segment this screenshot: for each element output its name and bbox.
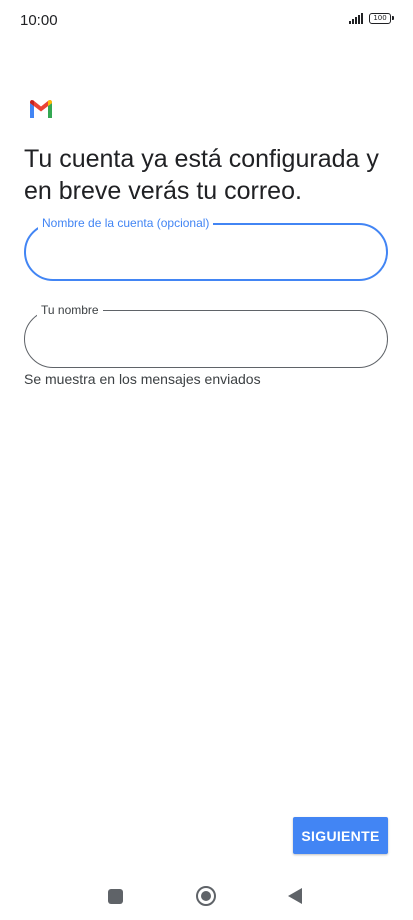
account-name-label: Nombre de la cuenta (opcional) — [38, 215, 214, 231]
next-button[interactable]: SIGUIENTE — [293, 817, 388, 854]
home-icon[interactable] — [196, 886, 216, 906]
page-title: Tu cuenta ya está configurada y en breve… — [24, 145, 379, 205]
your-name-field[interactable]: Tu nombre — [24, 302, 388, 368]
status-icons: 100 — [349, 12, 394, 24]
your-name-label: Tu nombre — [37, 302, 103, 318]
your-name-input[interactable] — [43, 327, 369, 353]
account-name-input[interactable] — [44, 241, 368, 267]
navigation-bar — [0, 878, 413, 920]
helper-text: Se muestra en los mensajes enviados — [24, 371, 261, 387]
status-bar: 10:00 100 — [0, 0, 413, 40]
battery-icon: 100 — [369, 12, 394, 24]
back-icon[interactable] — [288, 888, 302, 904]
signal-icon — [349, 12, 363, 24]
recent-apps-icon[interactable] — [108, 889, 123, 904]
account-name-field[interactable]: Nombre de la cuenta (opcional) — [24, 215, 388, 281]
status-time: 10:00 — [20, 12, 58, 29]
gmail-logo-icon — [30, 100, 52, 118]
